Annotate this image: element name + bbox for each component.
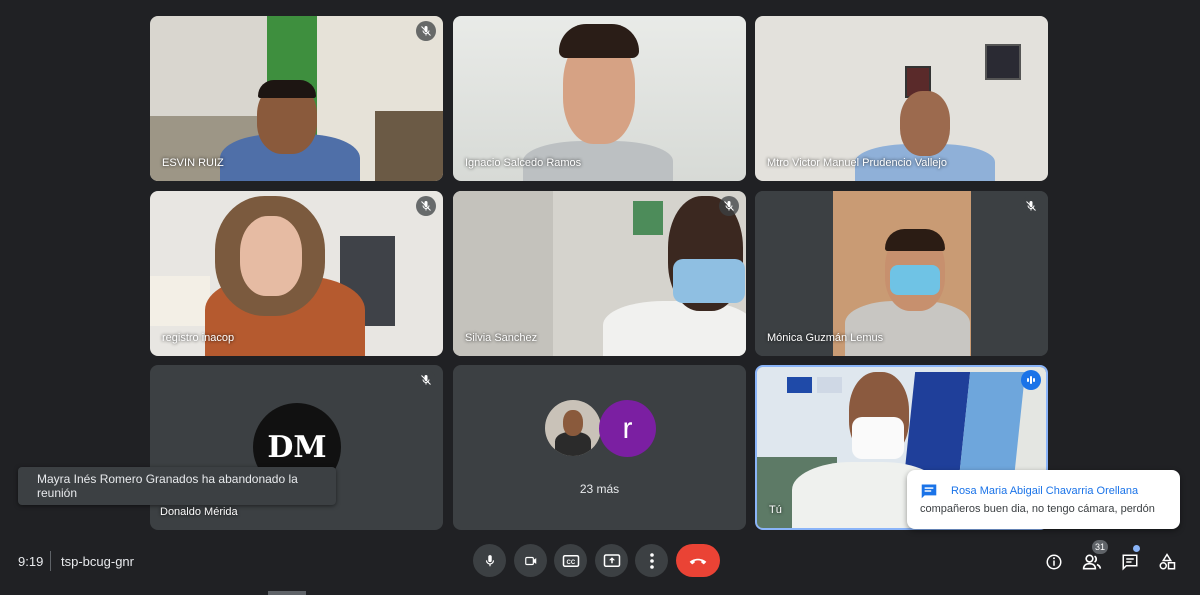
- muted-mic-icon: [719, 196, 739, 216]
- avatar: [545, 400, 601, 456]
- participant-count-badge: 31: [1092, 540, 1108, 554]
- chat-sender: Rosa Maria Abigail Chavarria Orellana: [951, 485, 1139, 497]
- participant-tile[interactable]: Mónica Guzmán Lemus: [755, 191, 1048, 356]
- participant-name: Ignacio Salcedo Ramos: [465, 157, 582, 169]
- divider: [50, 551, 51, 571]
- speaking-indicator-icon: [1021, 370, 1041, 390]
- activities-button[interactable]: [1155, 550, 1179, 574]
- unread-indicator: [1133, 545, 1140, 552]
- scroll-indicator: [268, 591, 306, 595]
- chat-message: compañeros buen dia, no tengo cámara, pe…: [920, 503, 1155, 515]
- chat-button[interactable]: [1118, 550, 1142, 574]
- participant-name: Silvia Sanchez: [465, 332, 538, 344]
- captions-button[interactable]: CC: [554, 544, 587, 577]
- info-icon: [1046, 554, 1062, 570]
- end-call-button[interactable]: [676, 544, 720, 577]
- overflow-count: 23 más: [579, 482, 620, 496]
- present-button[interactable]: [595, 544, 628, 577]
- muted-mic-icon: [416, 196, 436, 216]
- more-options-button[interactable]: [635, 544, 668, 577]
- muted-mic-icon: [1021, 196, 1041, 216]
- participant-name: registro inacop: [162, 332, 235, 344]
- chat-bubble-icon: [920, 483, 938, 504]
- participant-name: Mónica Guzmán Lemus: [767, 332, 884, 344]
- meeting-code: tsp-bcug-gnr: [61, 554, 134, 569]
- info-button[interactable]: [1042, 550, 1066, 574]
- participant-name: Tú: [769, 504, 782, 516]
- avatar: r: [599, 400, 656, 457]
- people-icon: [1082, 554, 1102, 570]
- participant-tile[interactable]: registro inacop: [150, 191, 443, 356]
- notification-text: Mayra Inés Romero Granados ha abandonado…: [37, 472, 298, 500]
- svg-text:CC: CC: [566, 560, 575, 566]
- captions-icon: CC: [562, 554, 579, 567]
- meeting-time: 9:19: [18, 554, 44, 569]
- present-icon: [603, 553, 620, 567]
- more-options-icon: [649, 552, 654, 569]
- avatar-letter: r: [622, 411, 633, 445]
- participant-name: Mtro Victor Manuel Prudencio Vallejo: [767, 157, 947, 169]
- overflow-participants-tile[interactable]: r 23 más: [453, 365, 746, 530]
- participant-tile[interactable]: DM Donaldo Mérida: [150, 365, 443, 530]
- participant-name: ESVIN RUIZ: [162, 157, 224, 169]
- camera-icon: [524, 556, 536, 565]
- mic-button[interactable]: [473, 544, 506, 577]
- mic-icon: [485, 554, 494, 566]
- participant-tile[interactable]: Mtro Victor Manuel Prudencio Vallejo: [755, 16, 1048, 181]
- muted-mic-icon: [416, 370, 436, 390]
- chat-message-popup[interactable]: Rosa Maria Abigail Chavarria Orellana co…: [907, 470, 1180, 529]
- activities-icon: [1159, 553, 1176, 570]
- camera-button[interactable]: [514, 544, 547, 577]
- participant-left-notification: Mayra Inés Romero Granados ha abandonado…: [18, 467, 336, 505]
- end-call-icon: [689, 558, 707, 564]
- bottom-control-bar: 9:19 tsp-bcug-gnr CC 31: [0, 530, 1200, 595]
- avatar-initials: DM: [267, 429, 327, 465]
- muted-mic-icon: [416, 21, 436, 41]
- participant-tile[interactable]: ESVIN RUIZ: [150, 16, 443, 181]
- chat-icon: [1122, 554, 1138, 571]
- participant-name: Donaldo Mérida: [160, 506, 238, 518]
- participant-tile[interactable]: Silvia Sanchez: [453, 191, 746, 356]
- participant-tile[interactable]: Ignacio Salcedo Ramos: [453, 16, 746, 181]
